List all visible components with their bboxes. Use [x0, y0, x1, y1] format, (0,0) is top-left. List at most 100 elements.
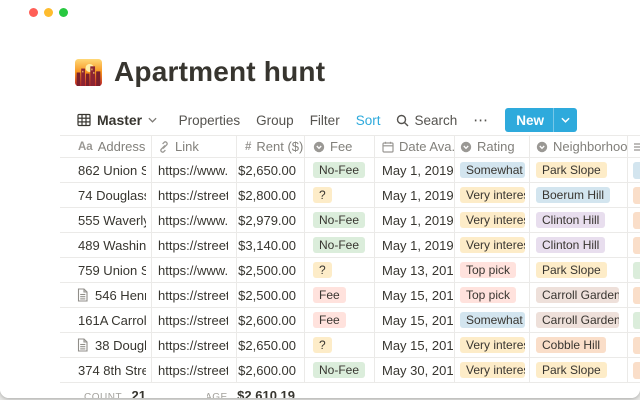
rating-cell[interactable]: Very interested — [455, 208, 530, 232]
partial-cell[interactable] — [628, 333, 640, 357]
rating-cell[interactable]: Top pick — [455, 258, 530, 282]
fee-cell[interactable]: ? — [305, 183, 375, 207]
link-cell[interactable]: https://streetea — [152, 283, 237, 307]
average-calculation[interactable]: AVERAGE $2,610.19 — [207, 387, 295, 398]
column-header-date-available[interactable]: Date Ava... — [375, 136, 455, 157]
partial-cell[interactable] — [628, 158, 640, 182]
zoom-window-button[interactable] — [59, 8, 68, 17]
address-cell[interactable]: 38 Douglass Street — [60, 333, 152, 357]
rating-cell[interactable]: Very interested — [455, 358, 530, 382]
address-cell[interactable]: 489 Washington Ave — [60, 233, 152, 257]
more-options-button[interactable]: ⋯ — [473, 111, 489, 129]
date-available-cell[interactable]: May 30, 2019 — [375, 358, 455, 382]
sunset-city-emoji-icon[interactable] — [75, 59, 102, 86]
fee-cell[interactable]: No-Fee — [305, 358, 375, 382]
column-header-rent[interactable]: # Rent ($) — [237, 136, 305, 157]
date-available-cell[interactable]: May 1, 2019 — [375, 158, 455, 182]
address-cell[interactable]: 759 Union Street — [60, 258, 152, 282]
link-cell[interactable]: https://streetea — [152, 358, 237, 382]
partial-cell[interactable] — [628, 358, 640, 382]
date-available-cell[interactable]: May 1, 2019 — [375, 233, 455, 257]
properties-button[interactable]: Properties — [179, 113, 241, 128]
address-cell[interactable]: 161A Carroll Street — [60, 308, 152, 332]
rating-cell[interactable]: Very interested — [455, 333, 530, 357]
neighborhood-cell[interactable]: Clinton Hill — [530, 233, 628, 257]
link-cell[interactable]: https://streetea — [152, 308, 237, 332]
neighborhood-cell[interactable]: Carroll Gardens — [530, 283, 628, 307]
fee-cell[interactable]: ? — [305, 258, 375, 282]
search-button[interactable]: Search — [396, 113, 457, 128]
close-window-button[interactable] — [29, 8, 38, 17]
count-calculation[interactable]: COUNT 21 — [60, 387, 146, 398]
neighborhood-cell[interactable]: Park Slope — [530, 258, 628, 282]
rating-cell[interactable]: Very interested — [455, 233, 530, 257]
group-button[interactable]: Group — [256, 113, 294, 128]
address-cell[interactable]: 546 Henry Street — [60, 283, 152, 307]
fee-cell[interactable]: No-Fee — [305, 233, 375, 257]
date-available-cell[interactable]: May 15, 2019 — [375, 308, 455, 332]
date-available-cell[interactable]: May 1, 2019 — [375, 208, 455, 232]
rent-cell[interactable]: $2,800.00 — [237, 183, 305, 207]
neighborhood-cell[interactable]: Boerum Hill — [530, 183, 628, 207]
column-header-neighborhood[interactable]: Neighborhood — [530, 136, 628, 157]
address-cell[interactable]: 374 8th Street — [60, 358, 152, 382]
rent-cell[interactable]: $2,600.00 — [237, 358, 305, 382]
rating-tag: Somewhat interested — [460, 312, 525, 328]
link-cell[interactable]: https://www.na — [152, 258, 237, 282]
minimize-window-button[interactable] — [44, 8, 53, 17]
date-available-cell[interactable]: May 13, 2019 — [375, 258, 455, 282]
neighborhood-cell[interactable]: Cobble Hill — [530, 333, 628, 357]
link-cell[interactable]: https://streetea — [152, 333, 237, 357]
partial-cell[interactable] — [628, 258, 640, 282]
rating-cell[interactable]: Very interested — [455, 183, 530, 207]
column-header-fee[interactable]: Fee — [305, 136, 375, 157]
neighborhood-cell[interactable]: Park Slope — [530, 358, 628, 382]
link-cell[interactable]: https://streetea — [152, 183, 237, 207]
partial-cell[interactable] — [628, 183, 640, 207]
link-cell[interactable]: https://streetea — [152, 233, 237, 257]
page-title[interactable]: Apartment hunt — [114, 56, 325, 88]
filter-button[interactable]: Filter — [310, 113, 340, 128]
date-available-cell[interactable]: May 15, 2019 — [375, 283, 455, 307]
rent-cell[interactable]: $3,140.00 — [237, 233, 305, 257]
column-header-address[interactable]: Aa Address — [60, 136, 152, 157]
new-button[interactable]: New — [505, 108, 577, 132]
rating-cell[interactable]: Somewhat interested — [455, 308, 530, 332]
fee-cell[interactable]: Fee — [305, 308, 375, 332]
rent-cell[interactable]: $2,650.00 — [237, 333, 305, 357]
neighborhood-cell[interactable]: Park Slope — [530, 158, 628, 182]
fee-tag: Fee — [313, 312, 346, 328]
fee-cell[interactable]: ? — [305, 333, 375, 357]
column-header-partial[interactable] — [628, 136, 640, 157]
address-cell[interactable]: 555 Waverly Ave — [60, 208, 152, 232]
partial-cell[interactable] — [628, 308, 640, 332]
link-cell[interactable]: https://www.na — [152, 158, 237, 182]
date-available-cell[interactable]: May 1, 2019 — [375, 183, 455, 207]
link-cell[interactable]: https://www.cit — [152, 208, 237, 232]
date-available-cell[interactable]: May 15, 2019 — [375, 333, 455, 357]
column-header-rating[interactable]: Rating — [455, 136, 530, 157]
table-row: 38 Douglass Street https://streetea $2,6… — [60, 333, 640, 358]
rent-cell[interactable]: $2,500.00 — [237, 283, 305, 307]
rent-cell[interactable]: $2,600.00 — [237, 308, 305, 332]
partial-cell[interactable] — [628, 283, 640, 307]
neighborhood-cell[interactable]: Carroll Gardens — [530, 308, 628, 332]
address-cell[interactable]: 74 Douglass Street — [60, 183, 152, 207]
sort-button[interactable]: Sort — [356, 113, 381, 128]
rent-cell[interactable]: $2,650.00 — [237, 158, 305, 182]
new-button-chevron-down-icon[interactable] — [554, 117, 577, 123]
column-header-link[interactable]: Link — [152, 136, 237, 157]
fee-cell[interactable]: Fee — [305, 283, 375, 307]
partial-cell[interactable] — [628, 208, 640, 232]
partial-cell[interactable] — [628, 233, 640, 257]
rent-cell[interactable]: $2,500.00 — [237, 258, 305, 282]
table-row: 161A Carroll Street https://streetea $2,… — [60, 308, 640, 333]
fee-cell[interactable]: No-Fee — [305, 158, 375, 182]
rent-cell[interactable]: $2,979.00 — [237, 208, 305, 232]
rating-cell[interactable]: Top pick — [455, 283, 530, 307]
fee-cell[interactable]: No-Fee — [305, 208, 375, 232]
view-switcher-master[interactable]: Master — [77, 107, 157, 133]
address-cell[interactable]: 862 Union Street — [60, 158, 152, 182]
rating-cell[interactable]: Somewhat interested — [455, 158, 530, 182]
neighborhood-cell[interactable]: Clinton Hill — [530, 208, 628, 232]
